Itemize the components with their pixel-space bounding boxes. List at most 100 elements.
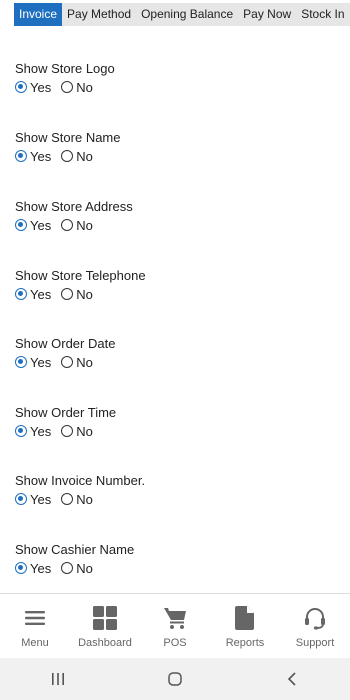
no-label: No [76, 79, 93, 95]
radio-unchecked-icon[interactable] [61, 219, 74, 231]
radio-group: Yes No [15, 423, 116, 439]
no-option[interactable]: No [61, 561, 93, 576]
no-option[interactable]: No [61, 149, 93, 164]
setting-show-store-logo: Show Store Logo Yes No [15, 61, 115, 95]
setting-label: Show Invoice Number. [15, 473, 146, 488]
radio-unchecked-icon[interactable] [61, 81, 74, 93]
setting-show-order-date: Show Order Date Yes No [15, 336, 115, 370]
yes-option[interactable]: Yes [15, 287, 51, 302]
radio-unchecked-icon[interactable] [61, 356, 74, 368]
radio-checked-icon[interactable] [15, 81, 27, 93]
tab-invoice[interactable]: Invoice [14, 3, 63, 26]
radio-group: Yes No [15, 148, 121, 164]
yes-option[interactable]: Yes [15, 149, 51, 164]
radio-unchecked-icon[interactable] [61, 562, 74, 574]
setting-label: Show Store Name [15, 130, 121, 145]
radio-unchecked-icon[interactable] [61, 150, 74, 162]
yes-label: Yes [30, 79, 52, 95]
nav-label-dashboard: Dashboard [78, 637, 132, 649]
setting-label: Show Store Telephone [15, 268, 146, 283]
back-button[interactable] [272, 664, 312, 694]
no-label: No [76, 491, 93, 507]
document-icon [233, 606, 257, 630]
setting-label: Show Order Time [15, 405, 117, 420]
tab-stock-in[interactable]: Stock In [296, 3, 349, 26]
yes-option[interactable]: Yes [15, 218, 51, 233]
setting-show-invoice-number: Show Invoice Number. Yes No [15, 473, 145, 507]
yes-label: Yes [30, 423, 52, 439]
radio-checked-icon[interactable] [15, 150, 27, 162]
no-label: No [76, 217, 93, 233]
nav-item-reports[interactable]: Reports [215, 594, 275, 658]
no-label: No [76, 286, 93, 302]
radio-group: Yes No [15, 354, 115, 370]
nav-label-reports: Reports [225, 637, 265, 649]
yes-option[interactable]: Yes [15, 561, 51, 576]
radio-checked-icon[interactable] [15, 493, 27, 505]
nav-label-support: Support [295, 637, 335, 649]
setting-label: Show Store Logo [15, 61, 115, 76]
nav-item-support[interactable]: Support [285, 594, 345, 658]
setting-show-store-telephone: Show Store Telephone Yes No [15, 268, 146, 302]
setting-show-order-time: Show Order Time Yes No [15, 405, 116, 439]
setting-show-cashier-name: Show Cashier Name Yes No [15, 542, 134, 576]
radio-unchecked-icon[interactable] [61, 425, 74, 437]
setting-label: Show Store Address [15, 199, 133, 214]
radio-group: Yes No [15, 560, 134, 576]
settings-tab-bar: Invoice Pay Method Opening Balance Pay N… [14, 3, 350, 26]
no-option[interactable]: No [61, 287, 93, 302]
menu-icon [23, 606, 47, 630]
home-icon [168, 672, 182, 686]
radio-checked-icon[interactable] [15, 356, 27, 368]
recent-apps-button[interactable] [38, 664, 78, 694]
no-option[interactable]: No [61, 424, 93, 439]
nav-label-pos: POS [163, 637, 187, 649]
radio-checked-icon[interactable] [15, 288, 27, 300]
no-option[interactable]: No [61, 492, 93, 507]
yes-label: Yes [30, 286, 52, 302]
system-navigation-bar [0, 658, 350, 700]
setting-show-store-name: Show Store Name Yes No [15, 130, 121, 164]
radio-checked-icon[interactable] [15, 562, 27, 574]
yes-option[interactable]: Yes [15, 492, 51, 507]
yes-label: Yes [30, 560, 52, 576]
tab-opening-balance[interactable]: Opening Balance [136, 3, 238, 26]
nav-label-menu: Menu [21, 637, 49, 649]
yes-label: Yes [30, 217, 52, 233]
radio-checked-icon[interactable] [15, 425, 27, 437]
home-button[interactable] [155, 664, 195, 694]
dashboard-icon [93, 606, 117, 630]
radio-group: Yes No [15, 79, 115, 95]
setting-label: Show Order Date [15, 336, 116, 351]
back-chevron-icon [287, 672, 296, 686]
no-label: No [76, 423, 93, 439]
radio-group: Yes No [15, 286, 146, 302]
cart-icon [163, 606, 187, 630]
bottom-nav: Menu Dashboard POS Reports Support [0, 594, 350, 658]
nav-item-pos[interactable]: POS [145, 594, 205, 658]
no-option[interactable]: No [61, 218, 93, 233]
setting-label: Show Cashier Name [15, 542, 135, 557]
yes-label: Yes [30, 354, 52, 370]
yes-option[interactable]: Yes [15, 355, 51, 370]
no-label: No [76, 560, 93, 576]
no-label: No [76, 354, 93, 370]
no-option[interactable]: No [61, 80, 93, 95]
yes-label: Yes [30, 491, 52, 507]
headset-icon [303, 606, 327, 630]
nav-item-menu[interactable]: Menu [5, 594, 65, 658]
no-option[interactable]: No [61, 355, 93, 370]
setting-show-store-address: Show Store Address Yes No [15, 199, 133, 233]
radio-unchecked-icon[interactable] [61, 288, 74, 300]
yes-option[interactable]: Yes [15, 424, 51, 439]
radio-checked-icon[interactable] [15, 219, 27, 231]
radio-unchecked-icon[interactable] [61, 493, 74, 505]
nav-item-dashboard[interactable]: Dashboard [75, 594, 135, 658]
no-label: No [76, 148, 93, 164]
recent-apps-icon [52, 673, 65, 685]
radio-group: Yes No [15, 491, 145, 507]
yes-label: Yes [30, 148, 52, 164]
tab-pay-method[interactable]: Pay Method [62, 3, 136, 26]
tab-pay-now[interactable]: Pay Now [238, 3, 296, 26]
yes-option[interactable]: Yes [15, 80, 51, 95]
